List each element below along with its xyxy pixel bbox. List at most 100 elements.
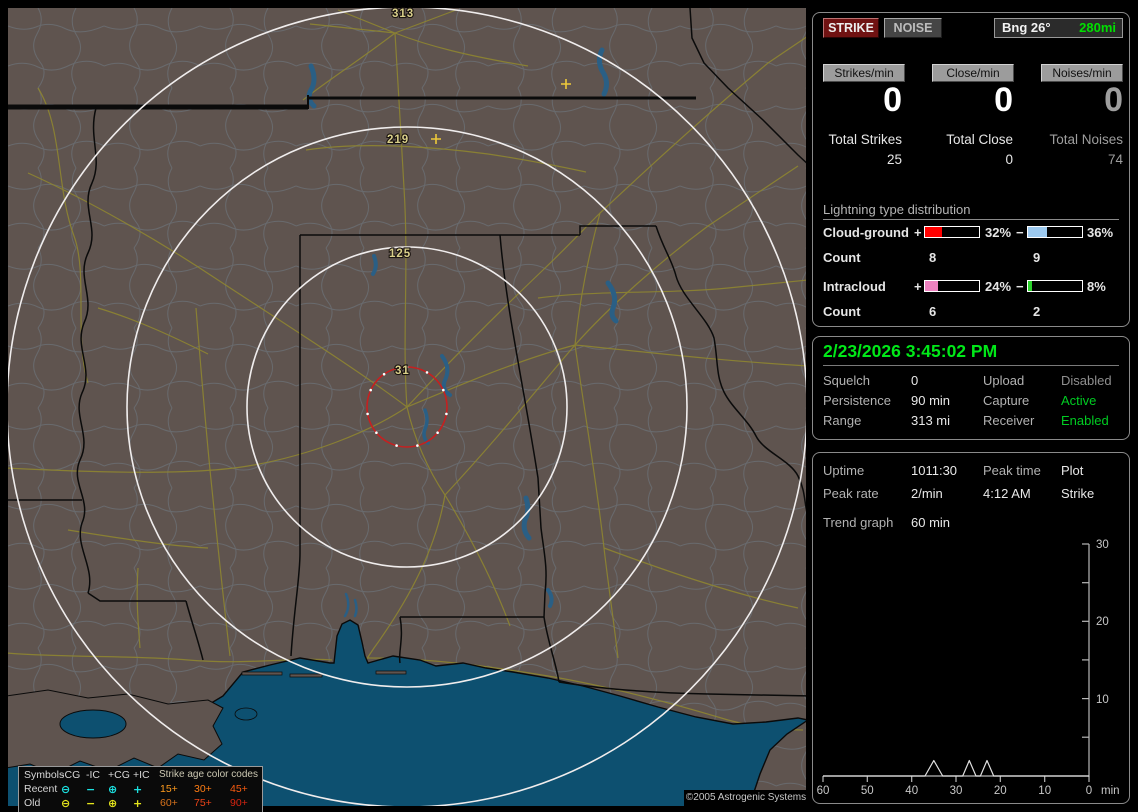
close-per-min-value: 0	[994, 81, 1013, 119]
strikes-per-min-value: 0	[883, 81, 902, 119]
x-tick-30: 30	[950, 785, 963, 797]
upload-label: Upload	[983, 373, 1025, 388]
strike-button[interactable]: STRIKE	[823, 18, 879, 38]
y-tick-20: 20	[1096, 616, 1109, 628]
noises-per-min-chip[interactable]: Noises/min	[1041, 64, 1123, 82]
status-panel: 2/23/2026 3:45:02 PM Squelch 0 Upload Di…	[812, 336, 1130, 440]
total-close-label: Total Close	[946, 132, 1013, 147]
ring-label-31: 31	[395, 365, 410, 377]
legend-symbols-title: Symbols	[24, 769, 65, 781]
ring-label-313: 313	[392, 8, 414, 20]
pos-cg-old-icon: ⊕	[108, 797, 118, 810]
minus-sign: −	[1016, 225, 1024, 240]
capture-label: Capture	[983, 393, 1030, 408]
date-divider	[823, 365, 1119, 366]
legend-col-pos-ic: +IC	[133, 769, 150, 781]
bearing-range-display: Bng 26° 280mi	[994, 18, 1123, 38]
trend-panel: Uptime 1011:30 Peak time Plot Peak rate …	[812, 452, 1130, 804]
total-strikes-label: Total Strikes	[828, 132, 902, 147]
age-60: 60+	[160, 797, 178, 809]
ic-negative-pct: 8%	[1087, 279, 1106, 294]
legend-age-title: Strike age color codes	[159, 769, 258, 780]
ic-count-label: Count	[823, 304, 861, 319]
distribution-title: Lightning type distribution	[823, 202, 971, 217]
range-setting-value: 313 mi	[911, 413, 951, 428]
age-30: 30+	[194, 783, 212, 795]
ring-label-125: 125	[389, 248, 411, 260]
age-75: 75+	[194, 797, 212, 809]
ic-positive-bar-fill	[925, 281, 938, 291]
ic-positive-bar	[924, 280, 980, 292]
ic-positive-count: 6	[929, 304, 937, 319]
age-15: 15+	[160, 783, 178, 795]
cg-count-label: Count	[823, 250, 861, 265]
app-window: 31 125 219 313 Symbols -CG -IC +CG +IC S…	[0, 0, 1138, 812]
total-strikes-value: 25	[886, 152, 902, 167]
bearing-value: Bng 26°	[1002, 20, 1051, 35]
squelch-label: Squelch	[823, 373, 870, 388]
neg-ic-old-icon: −	[86, 797, 96, 810]
trend-series-line	[823, 759, 1089, 777]
counters-panel: STRIKE NOISE Bng 26° 280mi Strikes/min C…	[812, 12, 1130, 327]
persistence-value: 90 min	[911, 393, 951, 408]
pos-ic-old-icon: +	[133, 797, 143, 810]
capture-value: Active	[1061, 393, 1097, 408]
cloud-ground-label: Cloud-ground	[823, 225, 909, 240]
pos-cg-recent-icon: ⊕	[108, 783, 118, 796]
intracloud-label: Intracloud	[823, 279, 886, 294]
age-90: 90+	[230, 797, 248, 809]
legend-col-pos-cg: +CG	[108, 769, 130, 781]
ic-negative-count: 2	[1033, 304, 1041, 319]
persistence-label: Persistence	[823, 393, 891, 408]
legend-col-neg-cg: -CG	[61, 769, 81, 781]
ic-positive-pct: 24%	[985, 279, 1012, 294]
total-noises-label: Total Noises	[1049, 132, 1123, 147]
total-close-value: 0	[1005, 152, 1013, 167]
y-tick-30: 30	[1096, 539, 1109, 551]
strikes-per-min-chip[interactable]: Strikes/min	[823, 64, 905, 82]
trend-x-labels: 60 50 40 30 20 10 0	[817, 785, 1093, 797]
cg-positive-count: 8	[929, 250, 937, 265]
legend-col-neg-ic: -IC	[86, 769, 100, 781]
close-per-min-chip[interactable]: Close/min	[932, 64, 1014, 82]
x-tick-40: 40	[905, 785, 918, 797]
x-tick-10: 10	[1038, 785, 1051, 797]
noises-per-min-value: 0	[1104, 81, 1123, 119]
pos-ic-recent-icon: +	[133, 783, 143, 796]
trend-axes	[823, 544, 1090, 777]
distribution-divider	[823, 219, 1119, 220]
cg-negative-bar	[1027, 226, 1083, 238]
ic-negative-bar-fill	[1028, 281, 1033, 291]
receiver-value: Enabled	[1061, 413, 1109, 428]
age-45: 45+	[230, 783, 248, 795]
x-tick-50: 50	[861, 785, 874, 797]
upload-value: Disabled	[1061, 373, 1112, 388]
ic-negative-bar	[1027, 280, 1083, 292]
cg-positive-pct: 32%	[985, 225, 1012, 240]
trend-graph: 30 20 10 60 50 40 30 20 10 0 min	[817, 539, 1120, 797]
ring-label-219: 219	[387, 134, 409, 146]
cg-negative-count: 9	[1033, 250, 1041, 265]
minus-sign: −	[1016, 279, 1024, 294]
x-unit-label: min	[1101, 785, 1120, 797]
cg-negative-pct: 36%	[1087, 225, 1114, 240]
trend-x-ticks	[822, 776, 1090, 782]
neg-cg-recent-icon: ⊖	[61, 783, 71, 796]
cg-positive-bar	[924, 226, 980, 238]
x-tick-60: 60	[817, 785, 830, 797]
legend-recent-label: Recent	[24, 783, 58, 795]
noise-button[interactable]: NOISE	[884, 18, 942, 38]
total-noises-value: 74	[1107, 152, 1123, 167]
x-tick-0: 0	[1086, 785, 1092, 797]
cg-negative-bar-fill	[1028, 227, 1048, 237]
cg-positive-bar-fill	[925, 227, 943, 237]
neg-ic-recent-icon: −	[86, 783, 96, 796]
lightning-map[interactable]: 31 125 219 313 Symbols -CG -IC +CG +IC S…	[8, 7, 806, 812]
map-legend: Symbols -CG -IC +CG +IC Strike age color…	[18, 766, 263, 812]
y-tick-10: 10	[1096, 694, 1109, 706]
neg-cg-old-icon: ⊖	[61, 797, 71, 810]
plus-sign: +	[914, 225, 922, 240]
map-canvas: 31 125 219 313	[8, 7, 806, 806]
range-label: Range	[823, 413, 862, 428]
datetime-display: 2/23/2026 3:45:02 PM	[823, 341, 998, 361]
